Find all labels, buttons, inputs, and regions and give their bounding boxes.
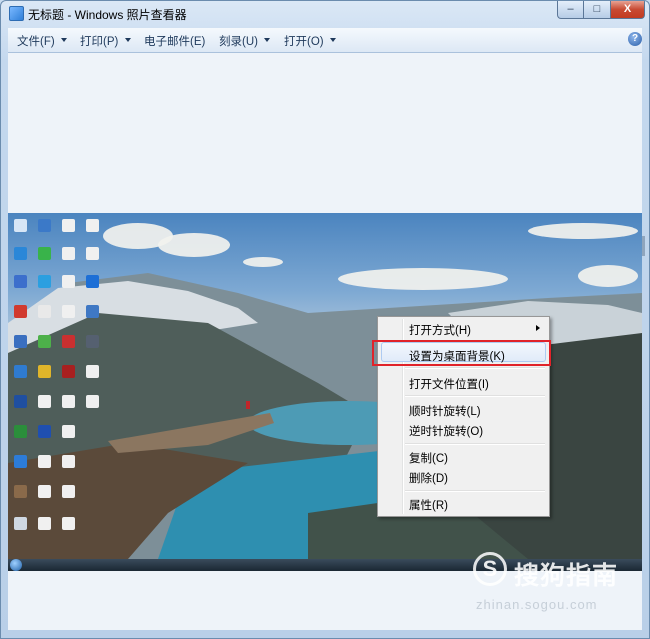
desktop-shortcut-icon — [38, 305, 51, 318]
desktop-shortcut-icon — [62, 395, 75, 408]
ctx-open-with[interactable]: 打开方式(H) — [409, 322, 471, 338]
ctx-delete[interactable]: 删除(D) — [409, 470, 448, 486]
desktop-shortcut-icon — [38, 275, 51, 288]
photo-viewer-window: 无标题 - Windows 照片查看器 – □ X 文件(F) 打印(P) 电子… — [0, 0, 650, 639]
desktop-shortcut-icon — [62, 517, 75, 530]
title-bar[interactable]: 无标题 - Windows 照片查看器 – □ X — [1, 1, 649, 25]
minimize-button[interactable]: – — [557, 1, 584, 19]
ctx-properties[interactable]: 属性(R) — [409, 497, 448, 513]
chevron-down-icon[interactable] — [125, 38, 131, 42]
menu-burn[interactable]: 刻录(U) — [219, 33, 258, 49]
desktop-shortcut-icon — [14, 455, 27, 468]
ctx-copy[interactable]: 复制(C) — [409, 450, 448, 466]
watermark-text: 搜狗指南 — [514, 562, 619, 590]
desktop-shortcut-icon — [14, 275, 27, 288]
submenu-arrow-icon — [536, 325, 540, 331]
desktop-shortcut-icon — [14, 365, 27, 378]
desktop-shortcut-icon — [38, 485, 51, 498]
desktop-shortcut-icon — [38, 247, 51, 260]
desktop-shortcut-icon — [38, 395, 51, 408]
desktop-shortcut-icon — [38, 517, 51, 530]
desktop-shortcut-icon — [14, 219, 27, 232]
window-title: 无标题 - Windows 照片查看器 — [28, 8, 187, 22]
maximize-button[interactable]: □ — [584, 1, 611, 19]
desktop-shortcut-icon — [62, 247, 75, 260]
menu-separator — [405, 443, 545, 445]
photo-viewer-app-icon — [9, 6, 24, 21]
chevron-down-icon[interactable] — [330, 38, 336, 42]
desktop-shortcut-icon — [86, 219, 99, 232]
ctx-rotate-counterclockwise[interactable]: 逆时针旋转(O) — [409, 423, 483, 439]
desktop-shortcut-icon — [62, 425, 75, 438]
windows-start-icon — [10, 559, 22, 571]
desktop-shortcut-icon — [62, 305, 75, 318]
desktop-shortcut-icon — [14, 305, 27, 318]
desktop-shortcut-icon — [62, 455, 75, 468]
desktop-shortcut-icon — [38, 365, 51, 378]
desktop-shortcut-icon — [14, 485, 27, 498]
red-highlight-box — [372, 340, 551, 366]
menu-bar: 文件(F) 打印(P) 电子邮件(E) 刻录(U) 打开(O) ? — [8, 28, 642, 53]
menu-file[interactable]: 文件(F) — [17, 33, 55, 49]
ctx-open-file-location[interactable]: 打开文件位置(I) — [409, 376, 489, 392]
desktop-shortcut-icon — [14, 247, 27, 260]
chevron-down-icon[interactable] — [264, 38, 270, 42]
desktop-shortcut-icon — [62, 335, 75, 348]
desktop-shortcut-icon — [38, 335, 51, 348]
desktop-shortcut-icon — [86, 305, 99, 318]
desktop-shortcut-icon — [86, 365, 99, 378]
desktop-shortcut-icon — [62, 275, 75, 288]
menu-print[interactable]: 打印(P) — [80, 33, 118, 49]
menu-email[interactable]: 电子邮件(E) — [144, 33, 205, 49]
desktop-shortcut-icon — [62, 219, 75, 232]
sogou-logo-icon: S — [473, 552, 507, 586]
desktop-shortcut-icon — [38, 455, 51, 468]
desktop-shortcut-icon — [86, 275, 99, 288]
desktop-shortcut-icon — [14, 395, 27, 408]
desktop-shortcut-icon — [14, 425, 27, 438]
desktop-shortcut-icon — [38, 425, 51, 438]
desktop-shortcut-icon — [86, 335, 99, 348]
menu-separator — [405, 395, 545, 397]
desktop-shortcut-icon — [86, 247, 99, 260]
chevron-down-icon[interactable] — [61, 38, 67, 42]
desktop-shortcut-icon — [62, 365, 75, 378]
menu-separator — [405, 490, 545, 492]
watermark-url: zhinan.sogou.com — [476, 597, 598, 612]
resize-grip — [642, 236, 645, 256]
menu-open[interactable]: 打开(O) — [284, 33, 324, 49]
desktop-shortcut-icon — [14, 335, 27, 348]
menu-separator — [405, 367, 545, 369]
desktop-shortcut-icon — [38, 219, 51, 232]
desktop-shortcut-icon — [14, 517, 27, 530]
desktop-shortcut-icon — [86, 395, 99, 408]
ctx-rotate-clockwise[interactable]: 顺时针旋转(L) — [409, 403, 481, 419]
close-button[interactable]: X — [611, 1, 645, 19]
desktop-shortcut-icon — [62, 485, 75, 498]
help-icon[interactable]: ? — [628, 32, 642, 46]
